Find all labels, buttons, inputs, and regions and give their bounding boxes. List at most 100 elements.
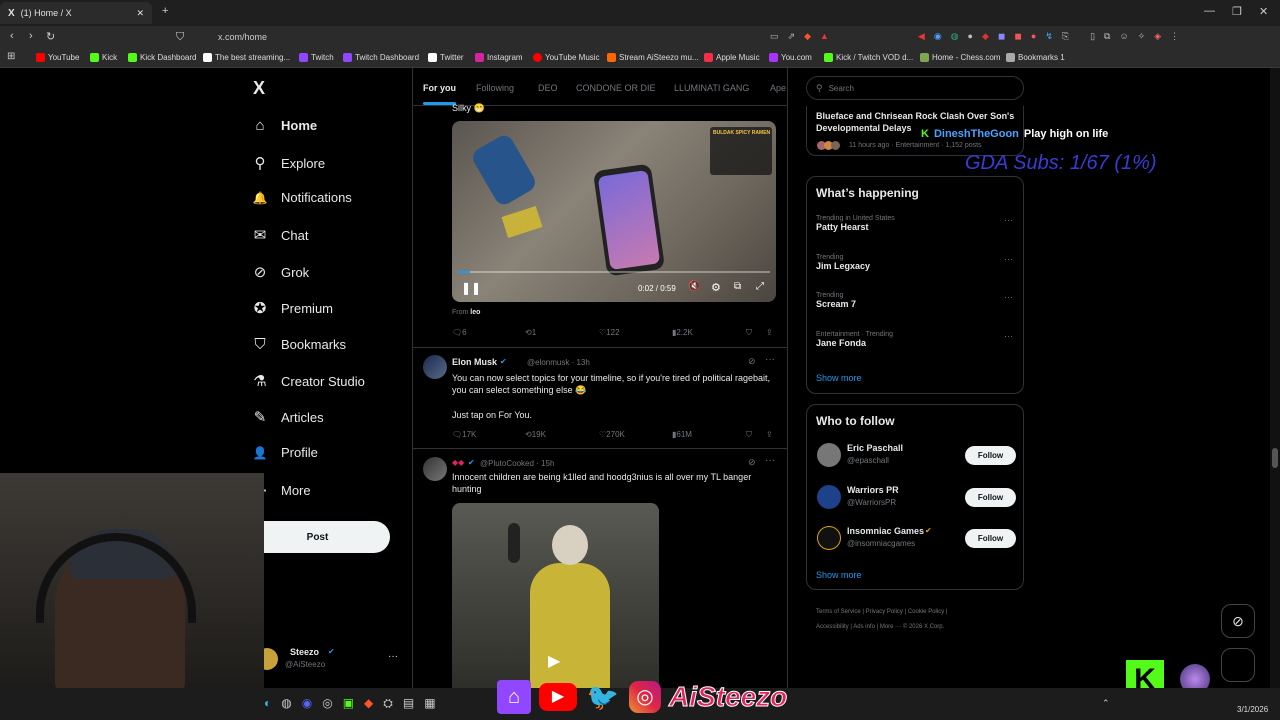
follow-name[interactable]: Eric Paschall [847, 443, 903, 453]
footer-link[interactable]: Ads info [853, 624, 875, 630]
like-button[interactable]: ♡ 270K [599, 430, 625, 439]
minimize-icon[interactable]: — [1204, 5, 1215, 17]
sidebar-item-grok[interactable]: ⊘ Grok [252, 263, 309, 281]
views-button[interactable]: ▮ 2.2K [672, 328, 693, 337]
sidebar-item-profile[interactable]: 👤 Profile [252, 445, 318, 460]
reload-icon[interactable]: ↻ [46, 30, 55, 43]
sidebar-item-articles[interactable]: ✎ Articles [252, 408, 324, 426]
sidebar-item-notifications[interactable]: 🔔 Notifications [252, 190, 352, 205]
trend-item[interactable]: Entertainment · Trending Jane Fonda ··· [816, 331, 1016, 361]
avatar[interactable] [423, 355, 447, 379]
follow-button[interactable]: Follow [965, 446, 1016, 465]
bookmark-apple-music[interactable]: Apple Music [704, 53, 760, 62]
edge-icon[interactable]: ◐ [264, 696, 271, 711]
discord-icon[interactable]: ◉ [302, 696, 312, 711]
tweet3-video[interactable]: ▶ [452, 503, 659, 688]
avatar[interactable] [817, 443, 841, 467]
footer-link[interactable]: Cookie Policy [908, 609, 944, 615]
messages-float-button[interactable] [1221, 648, 1255, 682]
taskbar-icons[interactable]: ◐ ◍ ◉ ◎ ▣ ◆ ⛭ ▤ ▦ [264, 696, 436, 711]
tab-condone-or-die[interactable]: CONDONE OR DIE [576, 83, 656, 93]
tab-for-you[interactable]: For you [423, 83, 456, 93]
app-icon[interactable]: ◆ [364, 696, 373, 711]
bookmark-youtube-music[interactable]: YouTube Music [533, 53, 600, 62]
tray-chevron-icon[interactable]: ⌃ [1102, 698, 1110, 709]
footer-link[interactable]: Terms of Service [816, 609, 861, 615]
show-more-link[interactable]: Show more [816, 373, 862, 383]
bookmark-folder[interactable]: Bookmarks 1 [1006, 53, 1065, 62]
sidebar-item-creator-studio[interactable]: ⚗ Creator Studio [252, 372, 365, 390]
kick-app-icon[interactable]: ◍ [281, 696, 291, 711]
forward-icon[interactable]: › [29, 30, 33, 42]
grok-tweet-icon[interactable]: ⊘ [748, 457, 756, 468]
tweet2-author[interactable]: Elon Musk [452, 357, 497, 367]
avatar[interactable] [817, 526, 841, 550]
trend-item[interactable]: Trending Jim Legxacy ··· [816, 254, 1016, 284]
grok-tweet-icon[interactable]: ⊘ [748, 356, 756, 367]
tab-lluminati-gang[interactable]: LLUMINATI GANG [674, 83, 749, 93]
app-icon[interactable]: ▣ [343, 696, 354, 711]
footer-link[interactable]: Accessibility [816, 624, 849, 630]
tab-deo[interactable]: DEO [538, 83, 558, 93]
follow-button[interactable]: Follow [965, 488, 1016, 507]
sidebar-item-explore[interactable]: ⚲ Explore [252, 154, 326, 172]
url-bar[interactable]: x.com/home [218, 32, 267, 42]
pip-icon[interactable]: ⧉ [734, 281, 741, 292]
bookmark-icon[interactable]: ⛉ [746, 328, 752, 338]
sidebar-item-bookmarks[interactable]: ⛉ Bookmarks [252, 336, 346, 353]
bookmark-kick-dashboard[interactable]: Kick Dashboard [128, 53, 196, 62]
trend-more-icon[interactable]: ··· [1004, 215, 1013, 225]
play-icon[interactable]: ▶ [548, 651, 560, 671]
account-switcher[interactable]: Steezo ✔ @AiSteezo ··· [256, 646, 406, 676]
tweet1-video[interactable]: BULDAK SPICY RAMEN ❚❚ 0:02 / 0:59 🔇 ⚙ ⧉ … [452, 121, 776, 302]
bookmark-instagram[interactable]: Instagram [475, 53, 523, 62]
tab-ape[interactable]: Ape [770, 83, 786, 93]
follow-name[interactable]: Insomniac Games [847, 526, 924, 536]
maximize-icon[interactable]: ❐ [1232, 5, 1242, 18]
app-icon[interactable]: ◎ [322, 696, 332, 711]
tweet-more-icon[interactable]: ··· [765, 455, 775, 466]
tweet-more-icon[interactable]: ··· [765, 354, 775, 365]
follow-name[interactable]: Warriors PR [847, 485, 899, 495]
trend-item[interactable]: Trending in United States Patty Hearst ·… [816, 215, 1016, 245]
reply-button[interactable]: 🗨 17K [452, 430, 476, 439]
bookmark-twitch-dashboard[interactable]: Twitch Dashboard [343, 53, 419, 62]
trend-more-icon[interactable]: ··· [1004, 254, 1013, 264]
bookmark-chess[interactable]: Home - Chess.com [920, 53, 1000, 62]
fullscreen-icon[interactable]: ⤢ [756, 281, 764, 292]
search-input[interactable]: ⚲ Search [806, 76, 1024, 100]
apps-grid-icon[interactable]: ⊞ [7, 51, 15, 62]
trend-more-icon[interactable]: ··· [1004, 331, 1013, 341]
scrollbar[interactable] [1270, 68, 1280, 688]
sidebar-item-chat[interactable]: ✉ Chat [252, 226, 309, 244]
bookmark-twitter[interactable]: Twitter [428, 53, 464, 62]
sidebar-item-home[interactable]: ⌂ Home [252, 117, 317, 134]
back-icon[interactable]: ‹ [10, 30, 14, 42]
bookmark-youtube[interactable]: YouTube [36, 53, 79, 62]
tab-following[interactable]: Following [476, 83, 514, 93]
bookmark-you-com[interactable]: You.com [769, 53, 812, 62]
avatar[interactable] [423, 457, 447, 481]
pause-icon[interactable]: ❚❚ [461, 281, 481, 295]
views-button[interactable]: ▮ 61M [672, 430, 692, 439]
bookmark-streaming[interactable]: The best streaming... [203, 53, 290, 62]
app-icon[interactable]: ▦ [424, 696, 435, 711]
post-button[interactable]: Post [245, 521, 390, 553]
trend-more-icon[interactable]: ··· [1004, 292, 1013, 302]
bookmark-twitch[interactable]: Twitch [299, 53, 334, 62]
bookmark-icon[interactable]: ⛉ [746, 430, 752, 440]
footer-link[interactable]: Privacy Policy [866, 609, 903, 615]
show-more-link[interactable]: Show more [816, 570, 862, 580]
bookmark-stream-aisteezo[interactable]: Stream AiSteezo mu... [607, 53, 699, 62]
grok-float-button[interactable]: ⊘ [1221, 604, 1255, 638]
tweet1-from-user[interactable]: leo [470, 309, 480, 316]
x-logo[interactable]: X [253, 78, 265, 99]
scrollbar-thumb[interactable] [1272, 448, 1278, 468]
settings-icon[interactable]: ⚙ [711, 281, 721, 294]
mute-icon[interactable]: 🔇 [688, 281, 700, 292]
follow-button[interactable]: Follow [965, 529, 1016, 548]
video-progress-track[interactable] [458, 271, 770, 273]
repost-button[interactable]: ⟲ 1 [525, 328, 536, 337]
trend-item[interactable]: Trending Scream 7 ··· [816, 292, 1016, 322]
sidebar-item-premium[interactable]: ✪ Premium [252, 299, 333, 317]
